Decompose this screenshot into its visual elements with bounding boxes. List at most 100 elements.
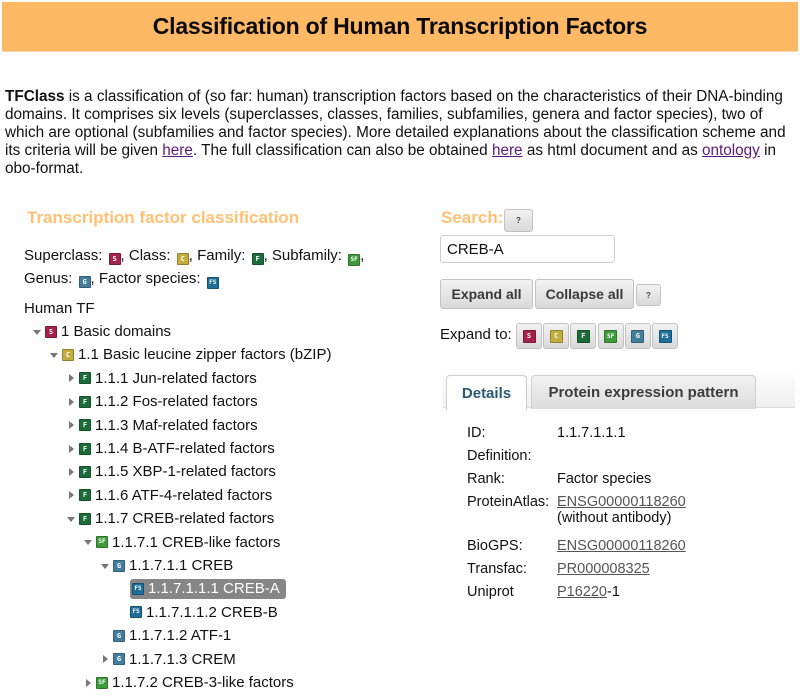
family-icon: F: [79, 419, 91, 432]
tree-node-label[interactable]: 1 Basic domains: [59, 322, 173, 341]
collapse-all-button[interactable]: Collapse all: [535, 279, 634, 309]
collapse-arrow-icon[interactable]: [47, 348, 61, 362]
tree-node-content[interactable]: F 1.1.5 XBP-1-related factors: [79, 462, 278, 481]
biogps-link[interactable]: ENSG00000118260: [557, 538, 686, 554]
brand-name: TFClass: [5, 88, 65, 105]
collapse-arrow-icon[interactable]: [98, 559, 112, 573]
factor-species-icon: FS: [130, 606, 142, 619]
ontology-link[interactable]: ontology: [702, 142, 760, 159]
expand-arrow-icon[interactable]: [64, 418, 78, 432]
genus-icon: G: [78, 276, 91, 288]
tree-node-content[interactable]: FS 1.1.7.1.1.2 CREB-B: [130, 603, 280, 622]
detail-value: PR000008325: [557, 561, 650, 577]
tree-node[interactable]: S1 Basic domains: [30, 321, 173, 342]
tree-node-content[interactable]: SF 1.1.7.2 CREB-3-like factors: [96, 673, 296, 692]
legend-genus-label: Genus:: [24, 270, 73, 287]
expand-to-superclass-button[interactable]: S: [516, 323, 542, 349]
tree-node-label[interactable]: 1.1.7 CREB-related factors: [93, 509, 276, 528]
legend-factor-species-label: , Factor species:: [90, 270, 201, 287]
proteinatlas-link[interactable]: ENSG00000118260: [557, 494, 686, 510]
tree-node-label[interactable]: 1.1.2 Fos-related factors: [93, 392, 260, 411]
expand-to-family-button[interactable]: F: [570, 323, 597, 349]
tree-node-label[interactable]: 1.1.7.1.1.2 CREB-B: [144, 603, 280, 622]
tree-node-label[interactable]: 1.1.6 ATF-4-related factors: [93, 486, 274, 505]
superclass-icon: S: [522, 329, 536, 343]
search-title: Search:: [441, 208, 504, 227]
tab-details[interactable]: Details: [446, 375, 527, 410]
tree-node-content[interactable]: F 1.1.4 B-ATF-related factors: [79, 439, 277, 458]
collapse-arrow-icon[interactable]: [81, 535, 95, 549]
tree-node[interactable]: G 1.1.7.1.2 ATF-1: [98, 625, 233, 646]
tree-node-label[interactable]: 1.1.7.1.3 CREM: [127, 650, 238, 669]
tree-node-content[interactable]: F 1.1.6 ATF-4-related factors: [79, 486, 274, 505]
tree-node-label[interactable]: 1.1.5 XBP-1-related factors: [93, 462, 278, 481]
tree-node-content[interactable]: S1 Basic domains: [45, 322, 173, 341]
expand-help-button[interactable]: ?: [636, 284, 661, 306]
tree-node[interactable]: C 1.1 Basic leucine zipper factors (bZIP): [47, 344, 333, 365]
tree-node[interactable]: F 1.1.5 XBP-1-related factors: [64, 461, 278, 482]
tree-node-label[interactable]: 1.1 Basic leucine zipper factors (bZIP): [76, 345, 333, 364]
tree-node[interactable]: G 1.1.7.1.1 CREB: [98, 555, 235, 576]
tree-node-label[interactable]: 1.1.7.1.1 CREB: [127, 556, 235, 575]
collapse-arrow-icon[interactable]: [64, 512, 78, 526]
class-icon: C: [62, 348, 74, 361]
tree-node[interactable]: F 1.1.7 CREB-related factors: [64, 508, 276, 529]
tree-node-label[interactable]: 1.1.7.2 CREB-3-like factors: [110, 673, 296, 692]
tree-node-content[interactable]: SF 1.1.7.1 CREB-like factors: [96, 533, 282, 552]
tree-node-label[interactable]: 1.1.7.1.2 ATF-1: [127, 626, 233, 645]
html-document-link[interactable]: here: [492, 142, 523, 159]
tree-node[interactable]: F 1.1.1 Jun-related factors: [64, 368, 259, 389]
tree-node-label[interactable]: 1.1.7.1 CREB-like factors: [110, 533, 282, 552]
tree-node[interactable]: F 1.1.6 ATF-4-related factors: [64, 485, 274, 506]
search-help-button[interactable]: ?: [504, 209, 533, 232]
tree-node[interactable]: F 1.1.2 Fos-related factors: [64, 391, 260, 412]
legend-class-label: , Class:: [120, 247, 171, 264]
tree-node[interactable]: FS 1.1.7.1.1.2 CREB-B: [115, 602, 280, 623]
expand-to-factor-species-button[interactable]: FS: [652, 323, 678, 349]
detail-key: BioGPS:: [467, 538, 523, 554]
collapse-arrow-icon[interactable]: [30, 325, 44, 339]
tree-node[interactable]: SF 1.1.7.1 CREB-like factors: [81, 532, 282, 553]
tree-node-content[interactable]: G 1.1.7.1.2 ATF-1: [113, 626, 233, 645]
tree-node-content[interactable]: G 1.1.7.1.3 CREM: [113, 650, 238, 669]
expand-arrow-icon[interactable]: [64, 488, 78, 502]
tree-node-content[interactable]: F 1.1.2 Fos-related factors: [79, 392, 260, 411]
genus-icon: G: [113, 653, 125, 666]
tree-node-content[interactable]: F 1.1.7 CREB-related factors: [79, 509, 276, 528]
expand-to-class-button[interactable]: C: [543, 323, 570, 349]
tree-node-content[interactable]: FS 1.1.7.1.1.1 CREB-A: [130, 578, 286, 599]
expand-arrow-icon[interactable]: [98, 652, 112, 666]
tree-node-content[interactable]: G 1.1.7.1.1 CREB: [113, 556, 235, 575]
subfamily-icon: SF: [96, 676, 108, 689]
expand-arrow-icon[interactable]: [64, 442, 78, 456]
genus-icon: G: [631, 329, 645, 343]
uniprot-suffix: -1: [607, 584, 620, 600]
tree-node[interactable]: FS 1.1.7.1.1.1 CREB-A: [115, 578, 286, 599]
expand-arrow-icon[interactable]: [81, 676, 95, 690]
tree-node-label[interactable]: 1.1.4 B-ATF-related factors: [93, 439, 277, 458]
expand-all-button[interactable]: Expand all: [440, 279, 533, 309]
transfac-link[interactable]: PR000008325: [557, 561, 650, 577]
tree-node-label[interactable]: 1.1.7.1.1.1 CREB-A: [146, 579, 282, 598]
tree-node[interactable]: F 1.1.4 B-ATF-related factors: [64, 438, 277, 459]
tree-node[interactable]: G 1.1.7.1.3 CREM: [98, 649, 238, 670]
expand-to-subfamily-button[interactable]: SF: [597, 323, 624, 349]
tree-node-content[interactable]: F 1.1.3 Maf-related factors: [79, 416, 260, 435]
tree-node-label[interactable]: 1.1.3 Maf-related factors: [93, 416, 260, 435]
uniprot-link[interactable]: P16220: [557, 584, 607, 600]
expand-arrow-icon[interactable]: [64, 371, 78, 385]
detail-value: 1.1.7.1.1.1: [557, 425, 626, 441]
tree-node-content[interactable]: F 1.1.1 Jun-related factors: [79, 369, 259, 388]
tab-protein-expression[interactable]: Protein expression pattern: [531, 375, 756, 409]
tree-root-label: Human TF: [24, 300, 95, 317]
legend-superclass-label: Superclass:: [24, 247, 103, 264]
expand-arrow-icon[interactable]: [64, 395, 78, 409]
expand-to-genus-button[interactable]: G: [624, 323, 651, 349]
tree-node-content[interactable]: C 1.1 Basic leucine zipper factors (bZIP): [62, 345, 333, 364]
explanation-link[interactable]: here: [162, 142, 193, 159]
expand-arrow-icon[interactable]: [64, 465, 78, 479]
tree-node-label[interactable]: 1.1.1 Jun-related factors: [93, 369, 259, 388]
tree-node[interactable]: SF 1.1.7.2 CREB-3-like factors: [81, 672, 296, 693]
tree-node[interactable]: F 1.1.3 Maf-related factors: [64, 415, 260, 436]
search-input[interactable]: [440, 235, 615, 263]
